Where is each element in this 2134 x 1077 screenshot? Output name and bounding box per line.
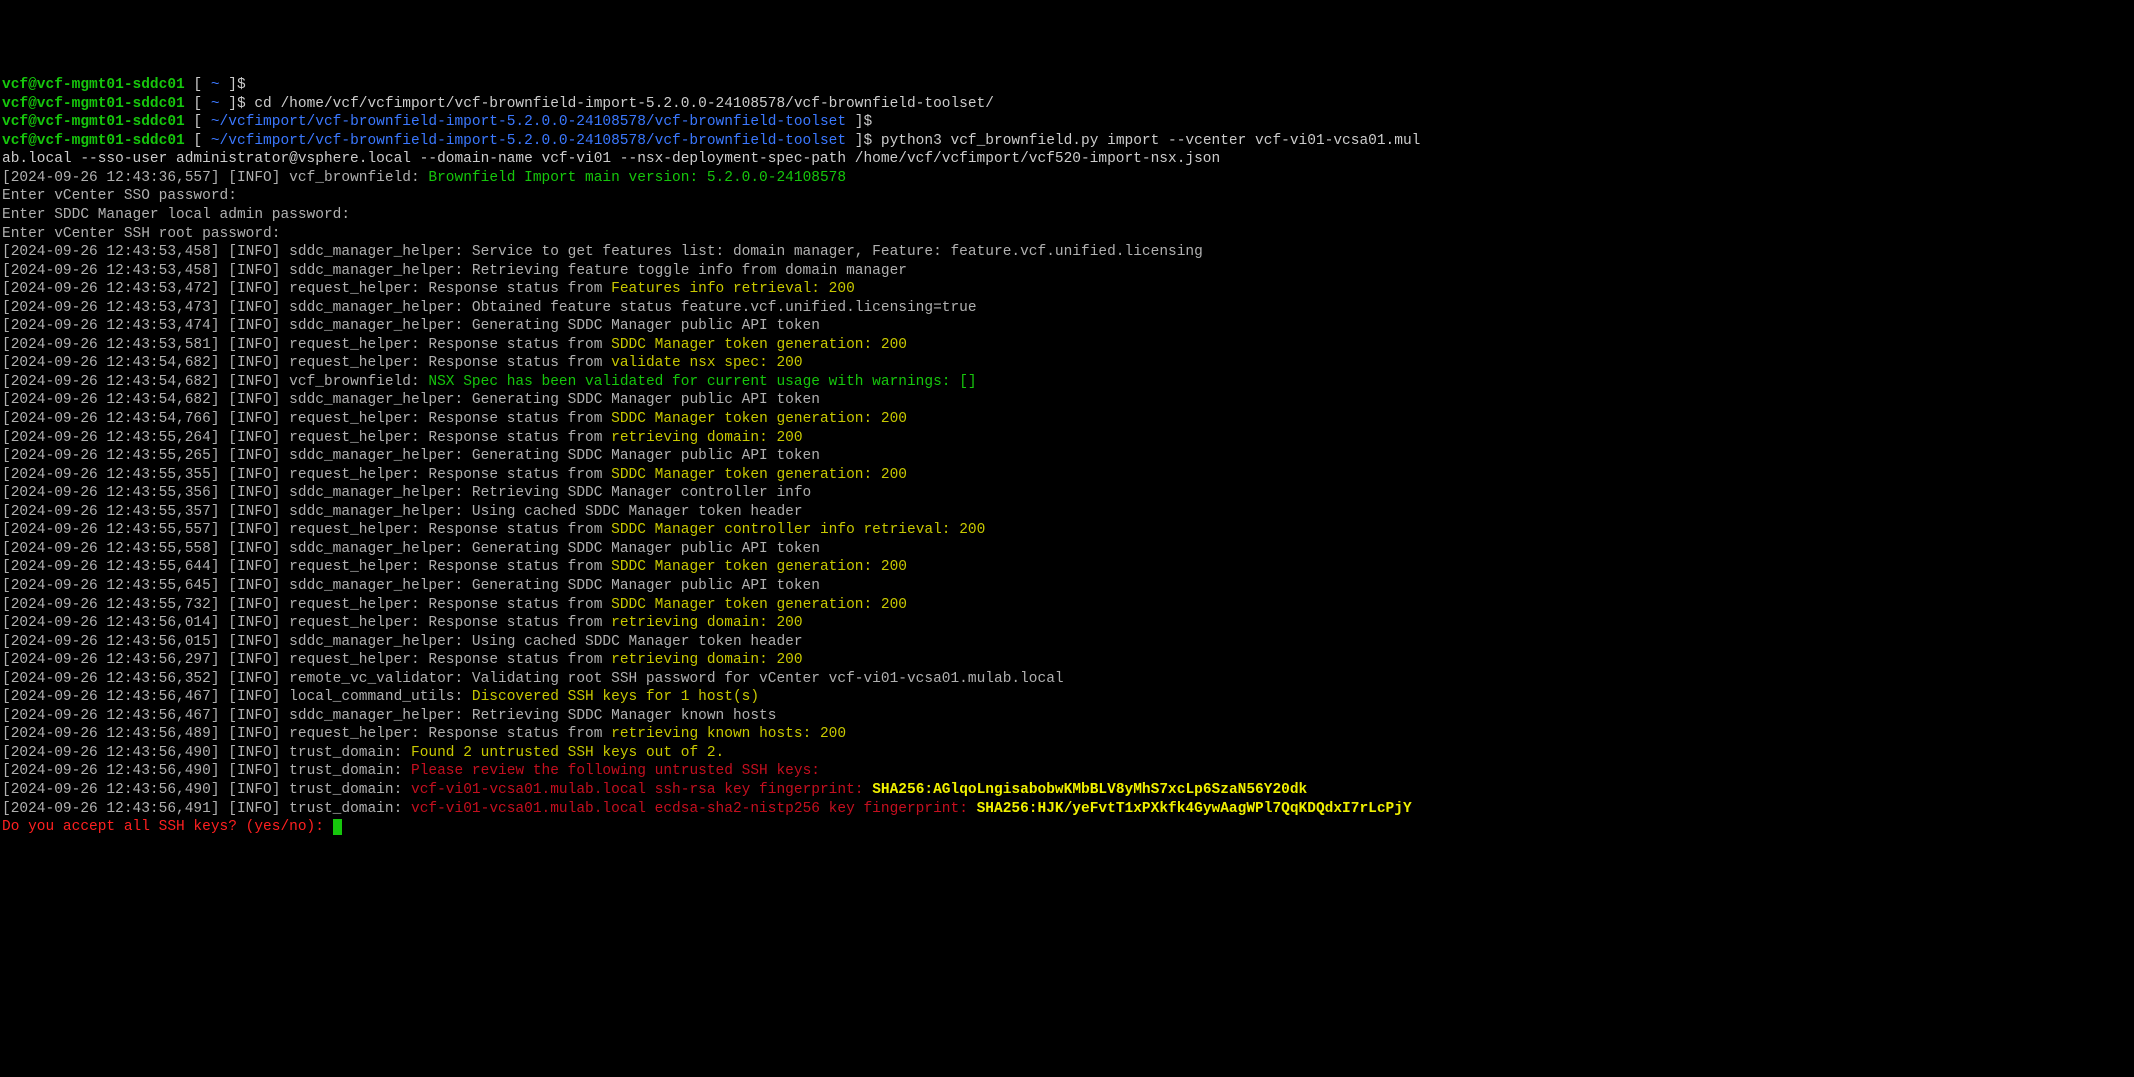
log-line: [2024-09-26 12:43:56,467] [INFO] local_c… bbox=[2, 688, 2132, 707]
prompt-line-3: vcf@vcf-mgmt01-sddc01 [ ~/vcfimport/vcf-… bbox=[2, 113, 2132, 132]
log-line: [2024-09-26 12:43:53,474] [INFO] sddc_ma… bbox=[2, 317, 2132, 336]
log-line: [2024-09-26 12:43:56,490] [INFO] trust_d… bbox=[2, 744, 2132, 763]
password-prompt-sddc: Enter SDDC Manager local admin password: bbox=[2, 206, 2132, 225]
log-line: [2024-09-26 12:43:55,557] [INFO] request… bbox=[2, 521, 2132, 540]
prompt-line-2: vcf@vcf-mgmt01-sddc01 [ ~ ]$ cd /home/vc… bbox=[2, 95, 2132, 114]
cwd-home: ~ bbox=[211, 77, 220, 93]
log-line: [2024-09-26 12:43:55,732] [INFO] request… bbox=[2, 596, 2132, 615]
log-line: [2024-09-26 12:43:56,014] [INFO] request… bbox=[2, 614, 2132, 633]
log-line: [2024-09-26 12:43:56,297] [INFO] request… bbox=[2, 651, 2132, 670]
user-host: vcf@vcf-mgmt01-sddc01 bbox=[2, 77, 185, 93]
log-line: [2024-09-26 12:43:56,491] [INFO] trust_d… bbox=[2, 800, 2132, 819]
cwd-toolset: ~/vcfimport/vcf-brownfield-import-5.2.0.… bbox=[211, 114, 846, 130]
log-line: [2024-09-26 12:43:55,357] [INFO] sddc_ma… bbox=[2, 503, 2132, 522]
prompt-line-1: vcf@vcf-mgmt01-sddc01 [ ~ ]$ bbox=[2, 76, 2132, 95]
log-line: [2024-09-26 12:43:55,356] [INFO] sddc_ma… bbox=[2, 484, 2132, 503]
log-line: [2024-09-26 12:43:56,490] [INFO] trust_d… bbox=[2, 781, 2132, 800]
log-line: [2024-09-26 12:43:36,557] [INFO] vcf_bro… bbox=[2, 169, 2132, 188]
log-line: [2024-09-26 12:43:53,472] [INFO] request… bbox=[2, 280, 2132, 299]
log-line: [2024-09-26 12:43:53,458] [INFO] sddc_ma… bbox=[2, 262, 2132, 281]
cd-command: cd /home/vcf/vcfimport/vcf-brownfield-im… bbox=[254, 96, 994, 112]
log-line: [2024-09-26 12:43:54,682] [INFO] vcf_bro… bbox=[2, 373, 2132, 392]
log-line: [2024-09-26 12:43:53,458] [INFO] sddc_ma… bbox=[2, 243, 2132, 262]
log-line: [2024-09-26 12:43:56,489] [INFO] request… bbox=[2, 725, 2132, 744]
log-line: [2024-09-26 12:43:56,467] [INFO] sddc_ma… bbox=[2, 707, 2132, 726]
log-line: [2024-09-26 12:43:55,265] [INFO] sddc_ma… bbox=[2, 447, 2132, 466]
log-line: [2024-09-26 12:43:55,645] [INFO] sddc_ma… bbox=[2, 577, 2132, 596]
log-line: [2024-09-26 12:43:54,766] [INFO] request… bbox=[2, 410, 2132, 429]
log-line: [2024-09-26 12:43:54,682] [INFO] sddc_ma… bbox=[2, 391, 2132, 410]
python-command-part1: python3 vcf_brownfield.py import --vcent… bbox=[881, 133, 1421, 149]
log-line: [2024-09-26 12:43:54,682] [INFO] request… bbox=[2, 354, 2132, 373]
cursor-icon bbox=[333, 819, 342, 835]
log-line: [2024-09-26 12:43:55,355] [INFO] request… bbox=[2, 466, 2132, 485]
log-line: [2024-09-26 12:43:53,581] [INFO] request… bbox=[2, 336, 2132, 355]
password-prompt-ssh: Enter vCenter SSH root password: bbox=[2, 225, 2132, 244]
terminal-output[interactable]: vcf@vcf-mgmt01-sddc01 [ ~ ]$vcf@vcf-mgmt… bbox=[2, 76, 2132, 836]
log-line: [2024-09-26 12:43:56,352] [INFO] remote_… bbox=[2, 670, 2132, 689]
log-line: [2024-09-26 12:43:53,473] [INFO] sddc_ma… bbox=[2, 299, 2132, 318]
ssh-accept-prompt[interactable]: Do you accept all SSH keys? (yes/no): bbox=[2, 818, 2132, 837]
log-line: [2024-09-26 12:43:55,644] [INFO] request… bbox=[2, 558, 2132, 577]
log-line: [2024-09-26 12:43:56,490] [INFO] trust_d… bbox=[2, 762, 2132, 781]
python-command-part2: ab.local --sso-user administrator@vspher… bbox=[2, 150, 2132, 169]
log-line: [2024-09-26 12:43:55,558] [INFO] sddc_ma… bbox=[2, 540, 2132, 559]
log-line: [2024-09-26 12:43:56,015] [INFO] sddc_ma… bbox=[2, 633, 2132, 652]
password-prompt-sso: Enter vCenter SSO password: bbox=[2, 187, 2132, 206]
prompt-line-4: vcf@vcf-mgmt01-sddc01 [ ~/vcfimport/vcf-… bbox=[2, 132, 2132, 151]
log-line: [2024-09-26 12:43:55,264] [INFO] request… bbox=[2, 429, 2132, 448]
